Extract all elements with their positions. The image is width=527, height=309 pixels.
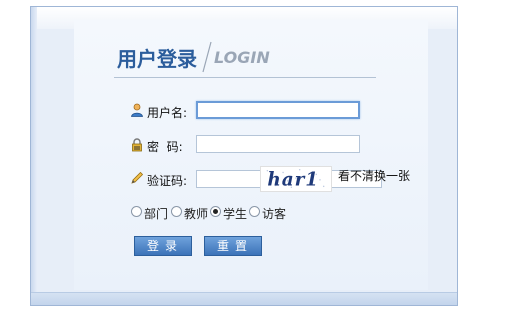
reset-button[interactable]: 重置 <box>204 236 262 256</box>
captcha-text: har1 <box>267 169 319 190</box>
radio-dot[interactable] <box>131 206 142 217</box>
radio-dot-selected[interactable] <box>210 206 221 217</box>
refresh-captcha-link[interactable]: 看不清换一张 <box>338 167 410 184</box>
radio-label: 教师 <box>184 207 209 221</box>
username-label: 用户名: <box>147 106 188 120</box>
password-input[interactable] <box>196 135 360 153</box>
radio-label: 部门 <box>144 207 169 221</box>
captcha-label: 验证码: <box>147 174 188 188</box>
page-title: 用户登录 <box>117 47 197 71</box>
radio-dot[interactable] <box>249 206 260 217</box>
panel-bottom-bar <box>31 292 457 305</box>
title-rule <box>114 77 376 78</box>
radio-label: 学生 <box>223 207 248 221</box>
panel-left-edge <box>31 7 37 305</box>
captcha-image[interactable]: har1 <box>260 166 332 192</box>
page-subtitle: LOGIN <box>214 48 270 67</box>
login-button[interactable]: 登录 <box>134 236 192 256</box>
user-icon <box>131 103 143 117</box>
radio-label: 访客 <box>262 207 287 221</box>
title-divider <box>202 41 212 73</box>
radio-dot[interactable] <box>171 206 182 217</box>
username-input[interactable] <box>196 101 360 119</box>
password-label: 密 码: <box>147 140 183 154</box>
lock-icon <box>132 138 142 152</box>
pencil-icon <box>131 171 144 184</box>
